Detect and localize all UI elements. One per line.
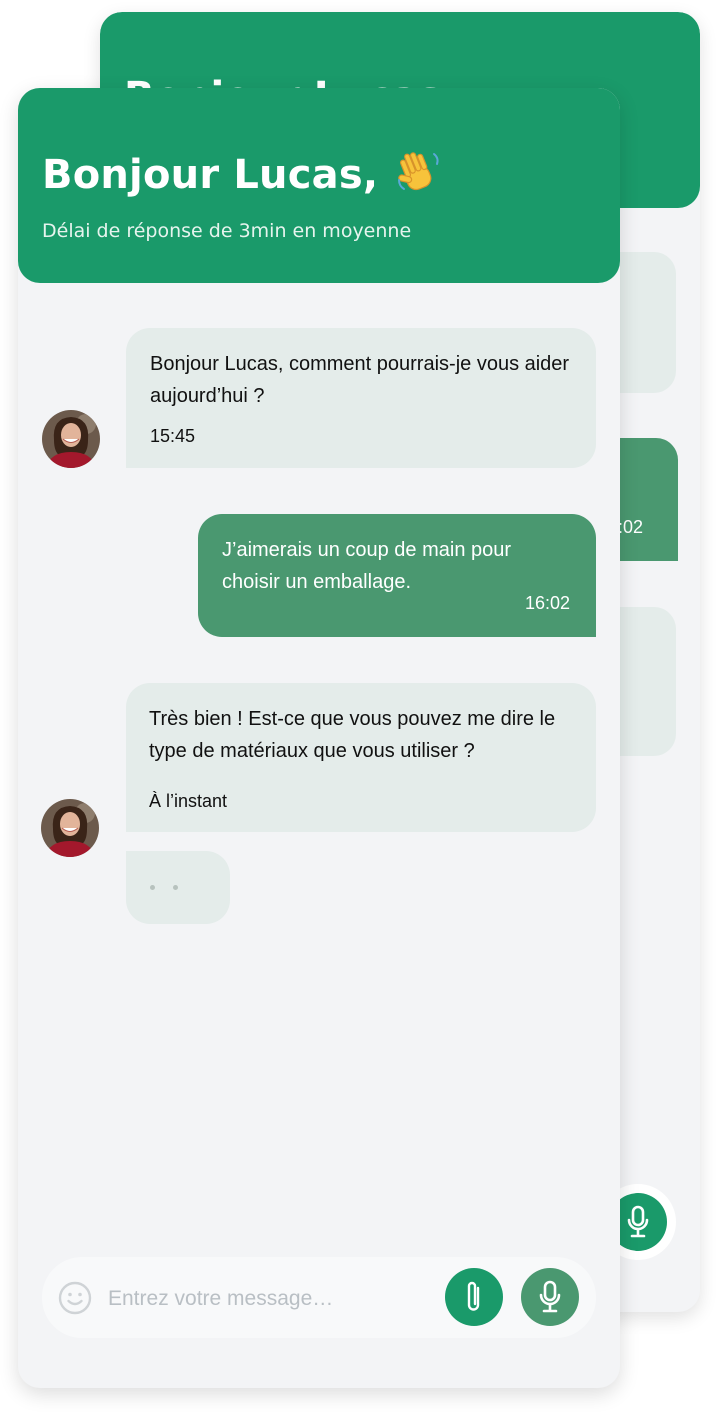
attach-button[interactable]: [445, 1268, 503, 1326]
greeting-text: Bonjour Lucas,: [42, 152, 379, 198]
microphone-icon: [627, 1205, 649, 1238]
incoming-message-bubble: Très bien ! Est-ce que vous pouvez me di…: [126, 683, 596, 832]
chat-header: Bonjour Lucas, Délai de réponse de 3min …: [18, 88, 620, 283]
agent-avatar: [41, 799, 99, 857]
typing-dot: [150, 885, 155, 890]
typing-indicator: [126, 851, 230, 924]
voice-message-button[interactable]: [521, 1268, 579, 1326]
microphone-icon: [539, 1280, 561, 1313]
message-text: Très bien ! Est-ce que vous pouvez me di…: [149, 708, 556, 762]
typing-dot: [173, 885, 178, 890]
message-text: J’aimerais un coup de main pour choisir …: [222, 539, 512, 593]
message-text: Bonjour Lucas, comment pourrais-je vous …: [150, 353, 570, 407]
greeting-title: Bonjour Lucas,: [42, 148, 442, 198]
chat-panel: Bonjour Lucas, Délai de réponse de 3min …: [18, 88, 620, 1388]
smiley-icon[interactable]: [58, 1281, 92, 1315]
outgoing-message-bubble: J’aimerais un coup de main pour choisir …: [198, 514, 596, 637]
message-composer: [42, 1257, 596, 1338]
agent-avatar: [42, 410, 100, 468]
waving-hand-icon: [398, 152, 439, 191]
paperclip-icon: [467, 1281, 480, 1311]
incoming-message-bubble: Bonjour Lucas, comment pourrais-je vous …: [126, 328, 596, 468]
message-input[interactable]: [106, 1281, 440, 1317]
message-time: 15:45: [150, 426, 196, 446]
message-time: 16:02: [524, 593, 570, 613]
message-time: À l’instant: [149, 791, 228, 811]
response-time-subtitle: Délai de réponse de 3min en moyenne: [42, 220, 412, 242]
